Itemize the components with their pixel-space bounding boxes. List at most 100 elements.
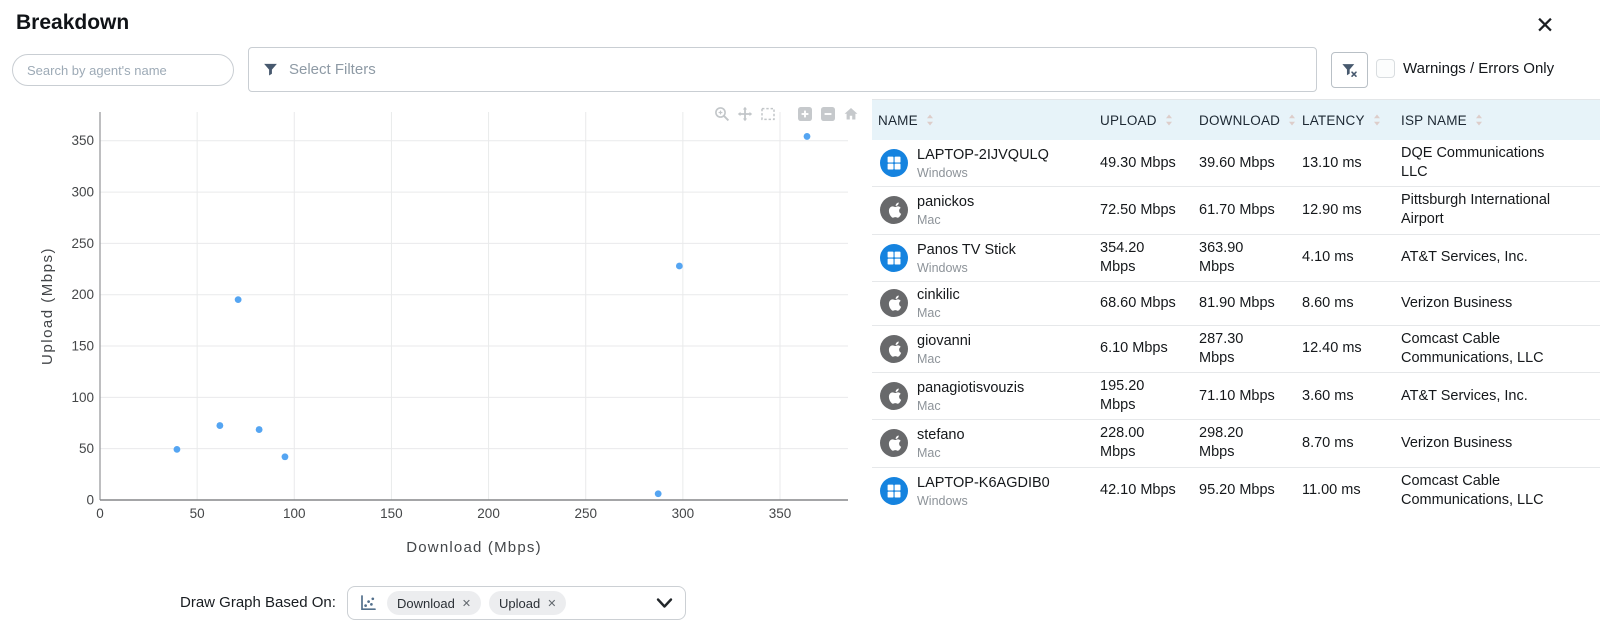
data-point[interactable]: [255, 426, 263, 433]
y-tick-label: 100: [71, 390, 94, 405]
data-point[interactable]: [281, 453, 289, 461]
reset-axes-icon[interactable]: [842, 105, 859, 122]
mac-os-icon: [880, 382, 908, 411]
table-row[interactable]: LAPTOP-2IJVQULQ Windows 49.30 Mbps 39.60 Mb…: [872, 140, 1600, 186]
agent-os: Windows: [917, 260, 968, 275]
tag-remove-icon[interactable]: ✕: [462, 597, 471, 610]
latency-value-cell: 13.10 ms: [1294, 154, 1393, 173]
draw-graph-select[interactable]: Download ✕ Upload ✕: [347, 586, 686, 620]
y-tick-label: 350: [71, 133, 94, 148]
isp-name-cell: Comcast Cable Communications, LLC: [1393, 330, 1600, 368]
agent-name-cell: cinkilic Mac: [872, 286, 1092, 320]
zoom-in-icon[interactable]: [796, 105, 813, 122]
sort-carets-icon[interactable]: [1157, 114, 1173, 126]
isp-name: Comcast Cable Communications, LLC: [1401, 472, 1544, 508]
agent-name-cell: giovanni Mac: [872, 332, 1092, 366]
column-header-label: DOWNLOAD: [1199, 112, 1281, 128]
upload-value-cell: 6.10 Mbps: [1092, 339, 1191, 358]
agent-name-block: giovanni Mac: [917, 332, 971, 366]
scatter-plot-icon: [358, 593, 378, 613]
column-header-isp-name[interactable]: ISP NAME: [1393, 100, 1600, 140]
mac-os-icon: [880, 334, 908, 363]
table-row[interactable]: Panos TV Stick Windows 354.20 Mbps 363.90 M…: [872, 233, 1600, 281]
x-tick-label: 150: [380, 506, 403, 521]
download-value-cell: 81.90 Mbps: [1191, 294, 1294, 313]
agent-os: Windows: [917, 493, 968, 508]
upload-value-cell: 49.30 Mbps: [1092, 154, 1191, 173]
scatter-chart-canvas[interactable]: 0 50 100 150 200 250 300 350 0 50 100 150 200 250 300 3…: [0, 100, 862, 575]
column-header-upload[interactable]: UPLOAD: [1092, 100, 1191, 140]
search-input[interactable]: [12, 54, 234, 86]
agent-name: LAPTOP-K6AGDIB0: [917, 474, 1050, 491]
x-tick-label: 250: [574, 506, 597, 521]
data-point[interactable]: [654, 490, 662, 498]
mac-os-icon: [880, 289, 908, 318]
column-header-download[interactable]: DOWNLOAD: [1191, 100, 1296, 140]
agent-name-cell: stefano Mac: [872, 426, 1092, 460]
agent-name: panagiotisvouzis: [917, 380, 1025, 397]
agent-name: cinkilic: [917, 287, 960, 304]
zoom-out-icon[interactable]: [819, 105, 836, 122]
table-row[interactable]: stefano Mac 228.00 Mbps 298.20 Mbps 8.70 ms V…: [872, 419, 1600, 466]
latency-value-cell: 11.00 ms: [1294, 481, 1393, 500]
isp-name: Comcast Cable Communications, LLC: [1401, 330, 1544, 366]
column-header-name[interactable]: NAME: [872, 100, 1092, 140]
latency-value: 4.10 ms: [1302, 249, 1354, 266]
isp-name-cell: Verizon Business: [1393, 434, 1600, 453]
agent-name-cell: LAPTOP-2IJVQULQ Windows: [872, 146, 1092, 180]
latency-value: 3.60 ms: [1302, 387, 1354, 404]
table-row[interactable]: giovanni Mac 6.10 Mbps 287.30 Mbps 12.40 ms C…: [872, 324, 1600, 372]
data-point[interactable]: [803, 133, 811, 140]
graph-metric-tag[interactable]: Download ✕: [387, 591, 482, 615]
isp-name: AT&T Services, Inc.: [1401, 387, 1528, 404]
y-tick-label: 200: [71, 287, 94, 302]
data-point[interactable]: [173, 445, 181, 453]
download-value-cell: 298.20 Mbps: [1191, 424, 1294, 462]
mac-os-icon: [880, 429, 908, 458]
latency-value-cell: 4.10 ms: [1294, 248, 1393, 267]
column-header-latency[interactable]: LATENCY: [1294, 100, 1393, 140]
filter-select-input[interactable]: Select Filters: [248, 47, 1317, 92]
pan-icon[interactable]: [736, 105, 753, 122]
latency-value: 13.10 ms: [1302, 154, 1362, 171]
funnel-x-icon[interactable]: [1331, 52, 1368, 88]
sort-carets-icon[interactable]: [918, 114, 934, 126]
table-row[interactable]: panickos Mac 72.50 Mbps 61.70 Mbps 12.90 ms P…: [872, 186, 1600, 233]
latency-value-cell: 3.60 ms: [1294, 387, 1393, 406]
data-point[interactable]: [216, 422, 224, 429]
latency-value: 8.70 ms: [1302, 434, 1354, 451]
close-icon[interactable]: ✕: [1528, 8, 1562, 42]
agent-os: Mac: [917, 351, 941, 366]
agent-name-block: panagiotisvouzis Mac: [917, 379, 1024, 413]
latency-value-cell: 8.70 ms: [1294, 434, 1393, 453]
latency-value-cell: 12.90 ms: [1294, 201, 1393, 220]
upload-value-cell: 72.50 Mbps: [1092, 201, 1191, 220]
graph-metric-tag[interactable]: Upload ✕: [489, 591, 567, 615]
zoom-icon[interactable]: [713, 105, 730, 122]
download-value-cell: 71.10 Mbps: [1191, 387, 1294, 406]
table-row[interactable]: LAPTOP-K6AGDIB0 Windows 42.10 Mbps 95.20 Mb…: [872, 466, 1600, 514]
isp-name-cell: Pittsburgh International Airport: [1393, 191, 1600, 229]
tag-remove-icon[interactable]: ✕: [547, 597, 556, 610]
y-tick-label: 250: [71, 236, 94, 251]
chevron-down-icon[interactable]: [656, 597, 673, 609]
y-axis-title: Upload (Mbps): [39, 247, 56, 365]
y-tick-label: 150: [71, 339, 94, 354]
agent-name-block: Panos TV Stick Windows: [917, 241, 1016, 275]
agent-name-block: panickos Mac: [917, 193, 974, 227]
agent-os: Windows: [917, 166, 968, 181]
latency-value: 12.40 ms: [1302, 340, 1362, 357]
warnings-errors-checkbox[interactable]: [1376, 59, 1395, 78]
box-select-icon[interactable]: [759, 105, 776, 122]
agent-name: stefano: [917, 427, 965, 444]
column-header-label: UPLOAD: [1100, 112, 1157, 128]
download-value: 81.90 Mbps: [1199, 294, 1275, 311]
table-row[interactable]: cinkilic Mac 68.60 Mbps 81.90 Mbps 8.60 ms Ve…: [872, 280, 1600, 325]
table-row[interactable]: panagiotisvouzis Mac 195.20 Mbps 71.10 Mbps…: [872, 372, 1600, 419]
data-point[interactable]: [234, 296, 242, 304]
upload-value-cell: 228.00 Mbps: [1092, 424, 1191, 462]
sort-carets-icon[interactable]: [1365, 114, 1381, 126]
isp-name-cell: Verizon Business: [1393, 294, 1600, 313]
data-point[interactable]: [675, 262, 683, 270]
sort-carets-icon[interactable]: [1467, 114, 1483, 126]
